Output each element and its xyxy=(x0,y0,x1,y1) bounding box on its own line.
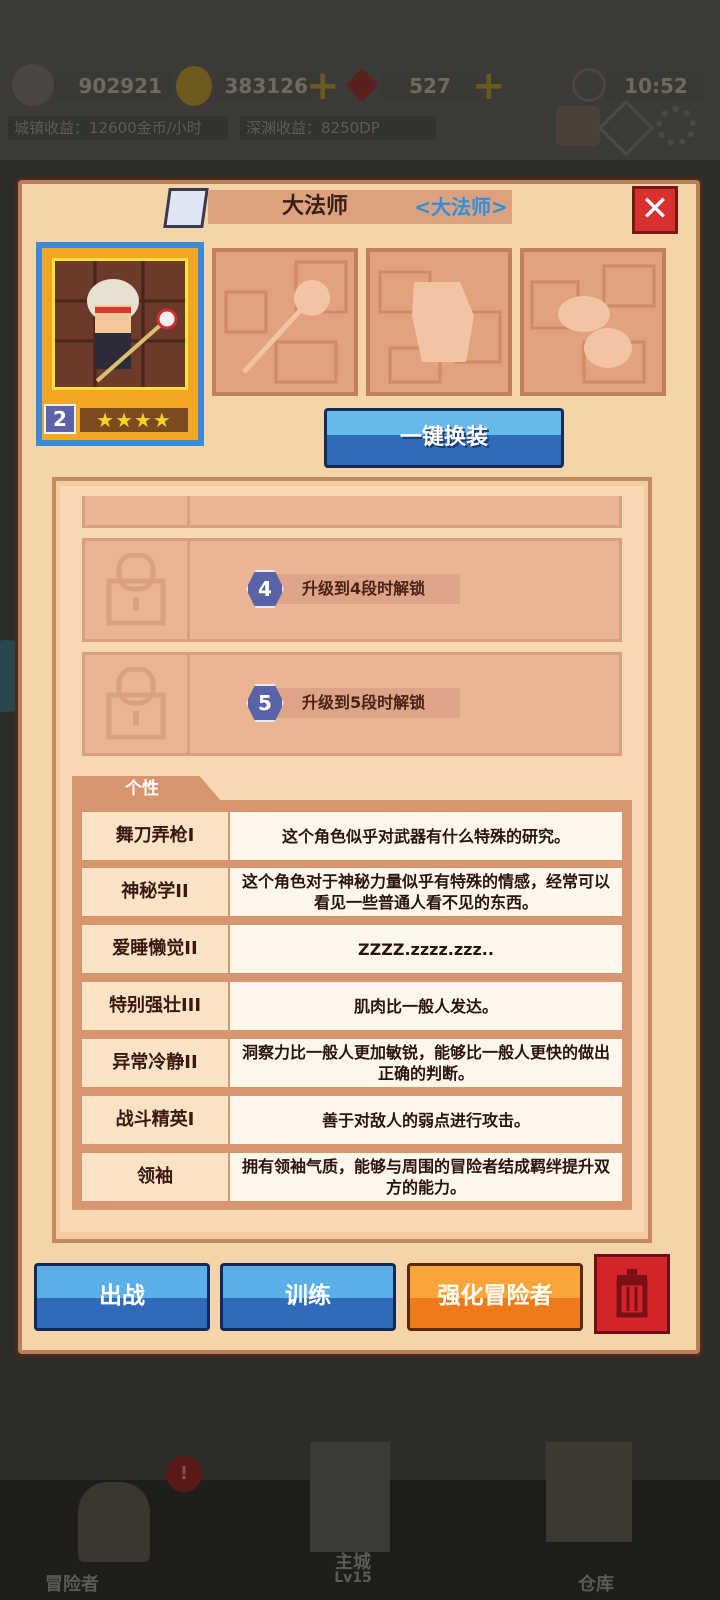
city-level: Lv15 xyxy=(334,1570,372,1586)
train-button[interactable]: 训练 xyxy=(220,1263,396,1331)
traits-tab-label: 个性 xyxy=(125,779,159,799)
city-income: 城镇收益：12600金币/小时 xyxy=(8,116,228,140)
bracelet-silhouette-icon xyxy=(530,264,656,384)
trash-icon xyxy=(616,1269,648,1318)
gold-value: 383126 xyxy=(214,71,318,101)
skill-row-partial xyxy=(82,496,622,528)
hero-name: 大法师 xyxy=(281,194,348,219)
castle-icon xyxy=(310,1442,390,1552)
hero-class: <大法师> xyxy=(414,195,508,219)
trait-description: 拥有领袖气质，能够与周围的冒险者结成羁绊提升双方的能力。 xyxy=(230,1153,622,1201)
robe-silhouette-icon xyxy=(378,270,502,384)
nav-main-city[interactable]: 主城 Lv15 xyxy=(236,1442,470,1600)
trait-row: 异常冷静II 洞察力比一般人更加敏锐，能够比一般人更快的做出正确的判断。 xyxy=(82,1039,622,1087)
trait-description: 肌肉比一般人发达。 xyxy=(230,982,622,1030)
gold-coin-icon xyxy=(176,66,212,106)
accessory-slot[interactable] xyxy=(520,248,666,396)
trait-description: 这个角色似乎对武器有什么特殊的研究。 xyxy=(230,812,622,860)
auto-equip-button[interactable]: 一键换装 xyxy=(324,408,564,468)
clock-icon xyxy=(572,68,606,102)
clock-time: 10:52 xyxy=(606,71,706,101)
gem-value: 527 xyxy=(380,71,480,101)
row-divider xyxy=(187,496,190,525)
staff-silhouette-icon xyxy=(224,260,348,384)
trait-name: 异常冷静II xyxy=(82,1039,228,1087)
train-label: 训练 xyxy=(285,1283,331,1309)
power-icon xyxy=(12,64,54,106)
lock-icon xyxy=(106,667,166,740)
trait-row: 神秘学II 这个角色对于神秘力量似乎有特殊的情感，经常可以看见一些普通人看不见的… xyxy=(82,868,622,916)
event-icon[interactable] xyxy=(556,106,600,146)
trait-name: 战斗精英I xyxy=(82,1096,228,1144)
alert-badge-icon: ! xyxy=(166,1456,202,1492)
portrait-frame xyxy=(52,258,188,390)
trait-row: 特别强壮III 肌肉比一般人发达。 xyxy=(82,982,622,1030)
unlock-hint-text: 升级到5段时解锁 xyxy=(302,693,426,712)
row-divider xyxy=(187,655,190,753)
settings-gear-icon[interactable] xyxy=(656,106,696,146)
enhance-adventurer-label: 强化冒险者 xyxy=(437,1283,553,1309)
unlock-hint-text: 升级到4段时解锁 xyxy=(302,579,426,598)
trait-row: 战斗精英I 善于对敌人的弱点进行攻击。 xyxy=(82,1096,622,1144)
dismiss-hero-button[interactable] xyxy=(594,1254,670,1334)
add-gold-icon[interactable]: + xyxy=(306,66,340,106)
trait-name: 爱睡懒觉II xyxy=(82,925,228,973)
nav-warehouse-label: 仓库 xyxy=(578,1574,614,1595)
close-button[interactable]: ✕ xyxy=(632,186,678,234)
trait-description: 洞察力比一般人更加敏锐，能够比一般人更快的做出正确的判断。 xyxy=(230,1039,622,1087)
trait-name: 舞刀弄枪I xyxy=(82,812,228,860)
nav-warehouse[interactable]: 仓库 xyxy=(472,1442,720,1600)
class-scroll-icon xyxy=(163,188,209,228)
trait-description: 这个角色对于神秘力量似乎有特殊的情感，经常可以看见一些普通人看不见的东西。 xyxy=(230,868,622,916)
nav-adventurers-label: 冒险者 xyxy=(45,1574,99,1595)
trait-row: 领袖 拥有领袖气质，能够与周围的冒险者结成羁绊提升双方的能力。 xyxy=(82,1153,622,1201)
auto-equip-label: 一键换装 xyxy=(399,425,488,450)
nav-adventurers[interactable]: ! 冒险者 xyxy=(0,1456,234,1600)
warehouse-icon xyxy=(546,1442,632,1542)
trait-name: 特别强壮III xyxy=(82,982,228,1030)
trait-row: 舞刀弄枪I 这个角色似乎对武器有什么特殊的研究。 xyxy=(82,812,622,860)
helmet-icon xyxy=(78,1482,150,1562)
add-gem-icon[interactable]: + xyxy=(472,66,506,106)
deploy-label: 出战 xyxy=(99,1283,145,1309)
armor-slot[interactable] xyxy=(366,248,512,396)
hero-star-rating: ★★★★ xyxy=(80,408,188,432)
trait-name: 神秘学II xyxy=(82,868,228,916)
enhance-adventurer-button[interactable]: 强化冒险者 xyxy=(407,1263,583,1331)
power-value: 902921 xyxy=(54,71,172,101)
row-divider xyxy=(187,541,190,639)
hero-portrait-card[interactable]: 2 ★★★★ xyxy=(36,242,204,446)
hero-level-badge: 2 xyxy=(44,404,76,434)
deploy-button[interactable]: 出战 xyxy=(34,1263,210,1331)
archmage-sprite-icon xyxy=(55,261,185,387)
trait-description: ZZZZ.zzzz.zzz.. xyxy=(230,925,622,973)
abyss-income: 深渊收益：8250DP xyxy=(240,116,436,140)
trait-row: 爱睡懒觉II ZZZZ.zzzz.zzz.. xyxy=(82,925,622,973)
trait-description: 善于对敌人的弱点进行攻击。 xyxy=(230,1096,622,1144)
weapon-slot[interactable] xyxy=(212,248,358,396)
trait-name: 领袖 xyxy=(82,1153,228,1201)
lock-icon xyxy=(106,553,166,626)
